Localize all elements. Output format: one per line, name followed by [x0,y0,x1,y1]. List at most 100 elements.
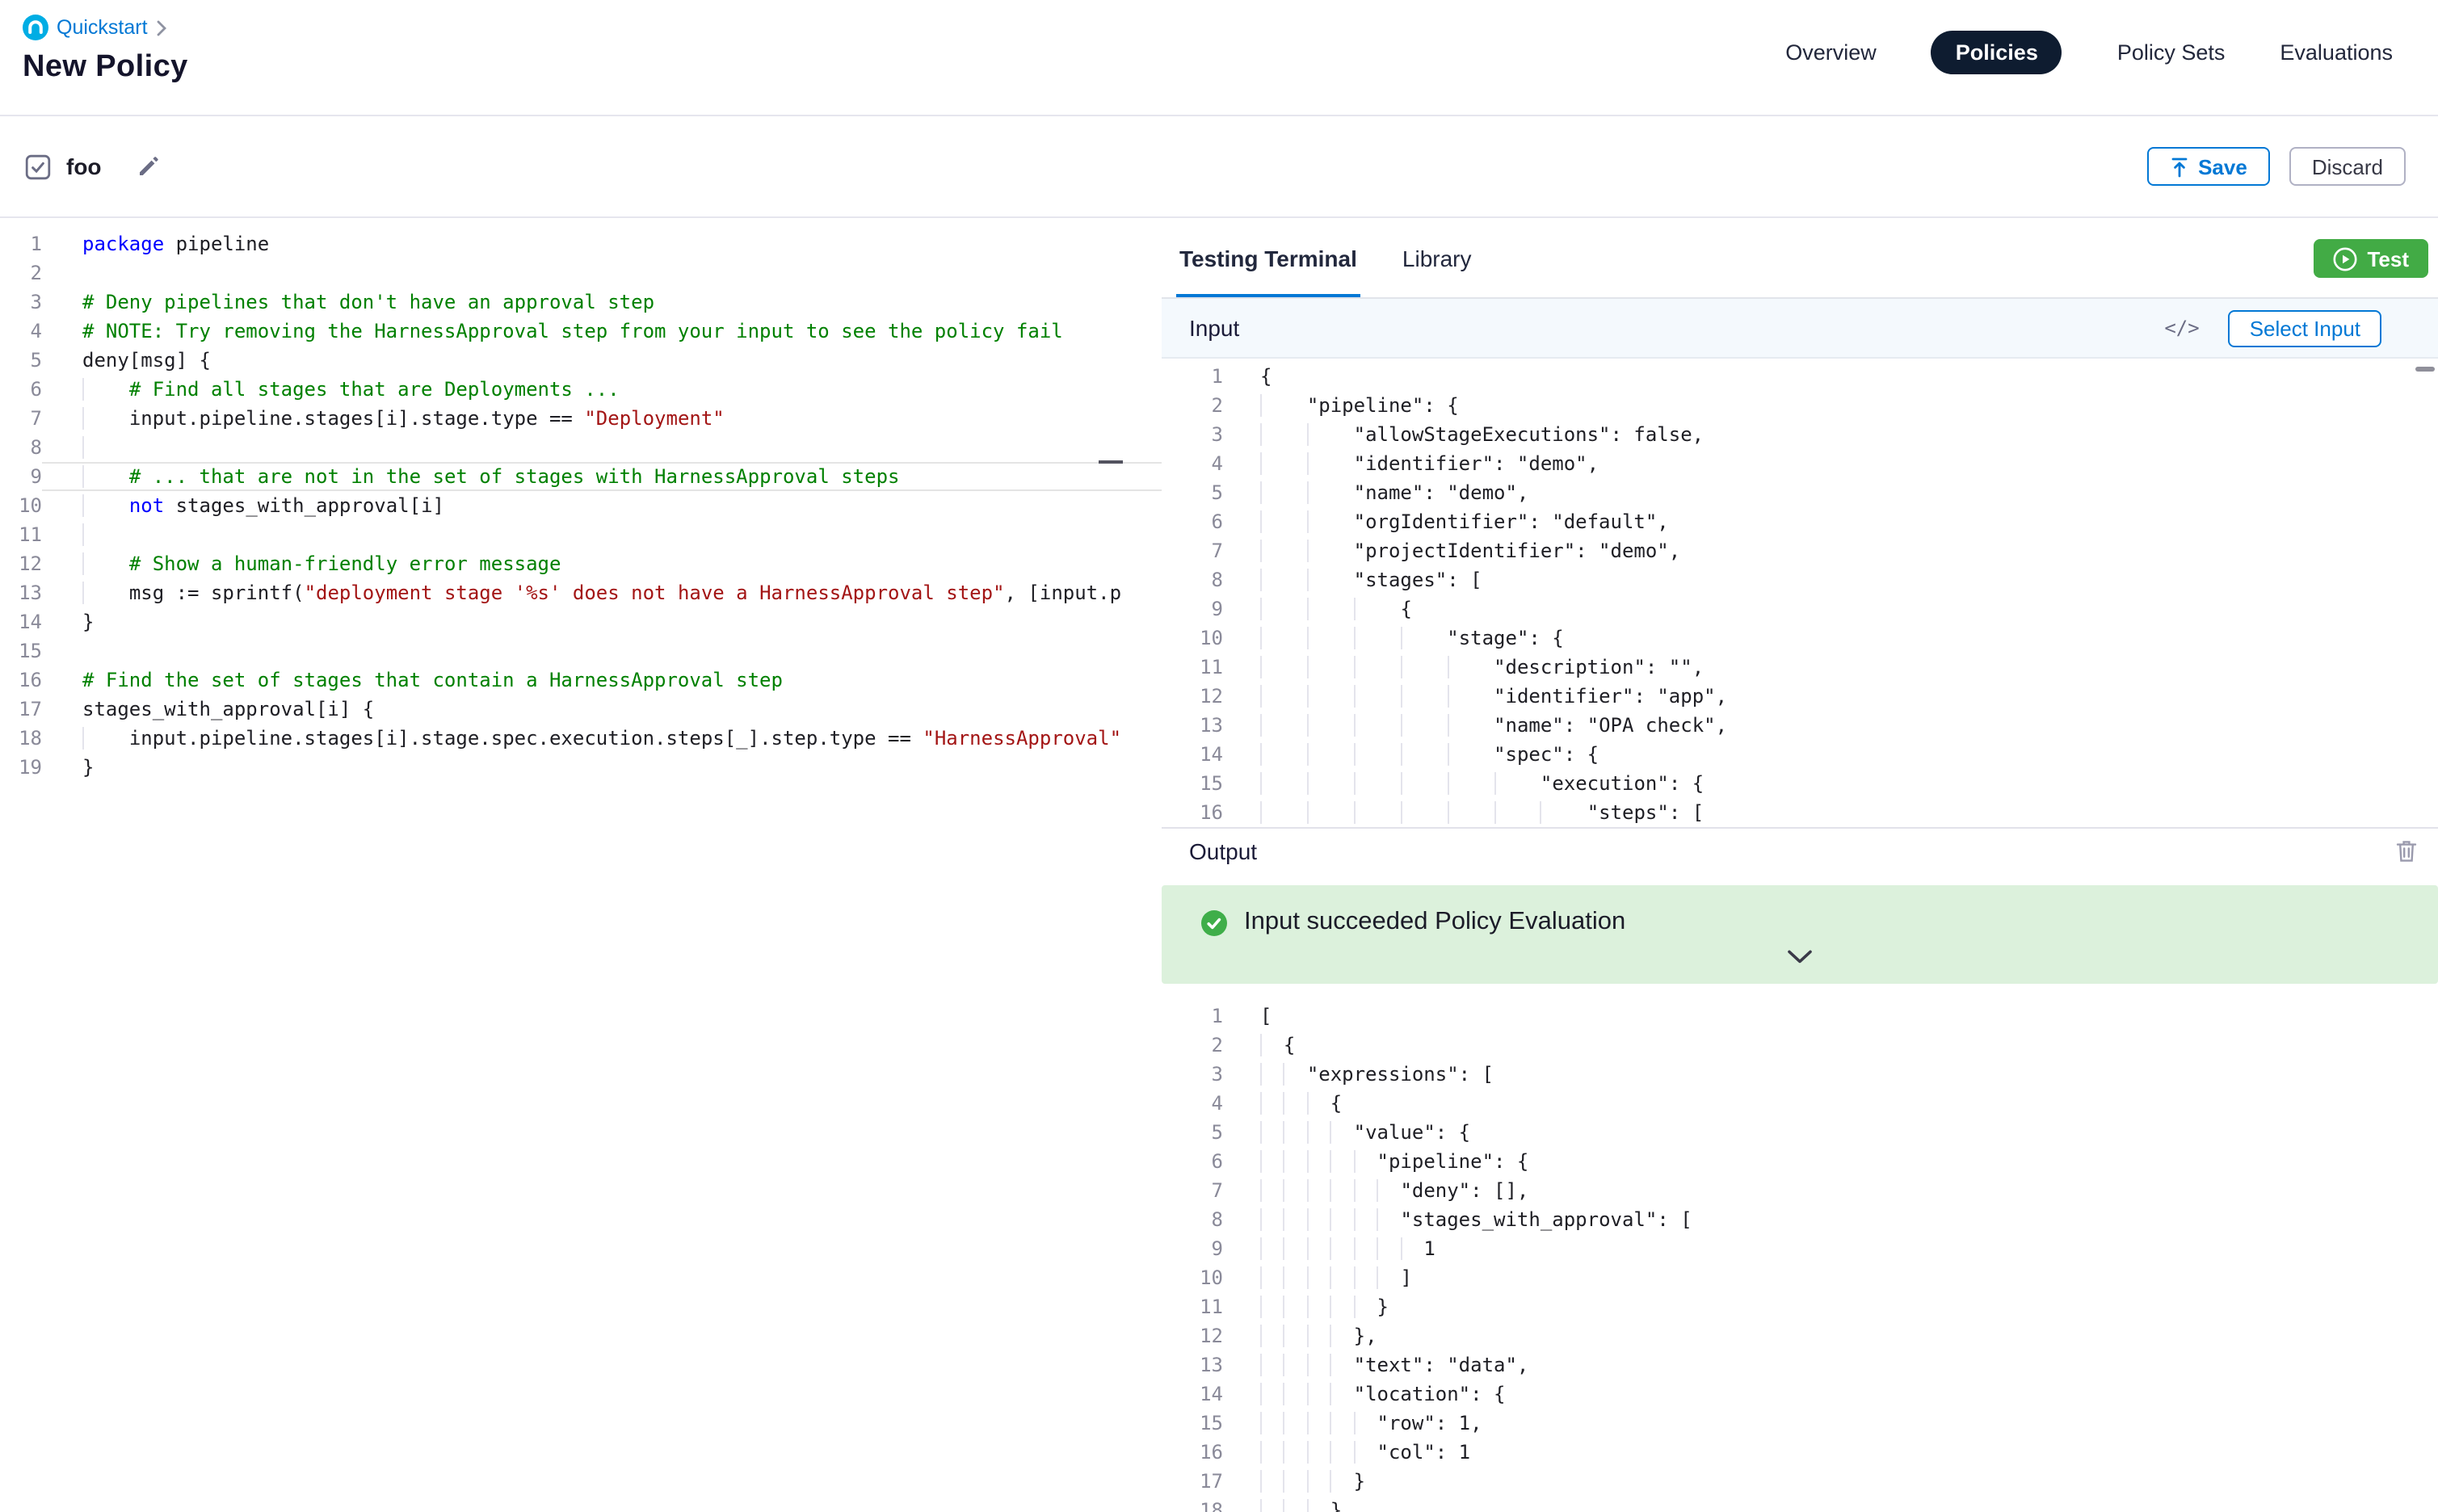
trash-icon[interactable] [2394,838,2419,864]
code-line[interactable]: 5 "name": "demo", [1162,478,2438,507]
code-line[interactable]: 16 "col": 1 [1162,1438,2438,1467]
line-number: 10 [1162,624,1223,653]
code-token: "HarnessApproval" [923,727,1121,750]
line-content: # Deny pipelines that don't have an appr… [42,288,1162,317]
code-token: # Find all stages that are Deployments .… [129,378,620,401]
code-line[interactable]: 7 "projectIdentifier": "demo", [1162,536,2438,565]
line-content: } [1223,1496,2438,1512]
policy-code-editor[interactable]: 1package pipeline23# Deny pipelines that… [0,220,1162,1512]
indent-guide [1307,1499,1330,1512]
code-line[interactable]: 11 [0,520,1162,549]
indent-guide [1260,1179,1284,1202]
discard-button[interactable]: Discard [2289,147,2406,186]
code-line[interactable]: 12 "identifier": "app", [1162,682,2438,711]
indent-guide [1307,1266,1330,1289]
code-line[interactable]: 18 } [1162,1496,2438,1512]
code-line[interactable]: 2 [0,258,1162,288]
code-text: "identifier": "demo", [1354,452,1599,475]
tab-library[interactable]: Library [1399,220,1475,297]
input-json-editor[interactable]: 1{2 "pipeline": {3 "allowStageExecutions… [1162,362,2438,827]
code-line[interactable]: 5 "value": { [1162,1118,2438,1147]
indent-guide [1307,1470,1330,1493]
code-line[interactable]: 15 "execution": { [1162,769,2438,798]
code-line[interactable]: 9 1 [1162,1234,2438,1263]
code-line[interactable]: 18 input.pipeline.stages[i].stage.spec.e… [0,724,1162,753]
code-line[interactable]: 19} [0,753,1162,782]
code-line[interactable]: 1[ [1162,1002,2438,1031]
code-line[interactable]: 9 # ... that are not in the set of stage… [0,462,1162,491]
code-line[interactable]: 2 "pipeline": { [1162,391,2438,420]
indent-guide [1260,1441,1284,1464]
code-line[interactable]: 9 { [1162,594,2438,624]
code-line[interactable]: 13 "name": "OPA check", [1162,711,2438,740]
breadcrumb-project-link[interactable]: Quickstart [57,16,148,39]
code-line[interactable]: 1package pipeline [0,229,1162,258]
code-line[interactable]: 8 "stages_with_approval": [ [1162,1205,2438,1234]
code-line[interactable]: 12 # Show a human-friendly error message [0,549,1162,578]
code-line[interactable]: 3 "expressions": [ [1162,1060,2438,1089]
code-line[interactable]: 4 "identifier": "demo", [1162,449,2438,478]
line-content: not stages_with_approval[i] [42,491,1162,520]
code-line[interactable]: 1{ [1162,362,2438,391]
code-line[interactable]: 11 } [1162,1292,2438,1321]
code-line[interactable]: 6 "orgIdentifier": "default", [1162,507,2438,536]
code-line[interactable]: 14 "spec": { [1162,740,2438,769]
testing-terminal-panel: Testing Terminal Library Test Input </> … [1162,220,2438,1512]
chevron-down-icon[interactable] [1162,943,2438,972]
code-line[interactable]: 10 not stages_with_approval[i] [0,491,1162,520]
code-line[interactable]: 3# Deny pipelines that don't have an app… [0,288,1162,317]
indent-guide [1541,801,1587,824]
code-line[interactable]: 13 msg := sprintf("deployment stage '%s'… [0,578,1162,607]
code-line[interactable]: 7 "deny": [], [1162,1176,2438,1205]
code-line[interactable]: 15 [0,636,1162,666]
indent-guide [1260,743,1307,766]
save-button[interactable]: Save [2146,147,2270,186]
code-line[interactable]: 10 ] [1162,1263,2438,1292]
code-line[interactable]: 12 }, [1162,1321,2438,1350]
line-number: 8 [0,433,42,462]
scrollbar-thumb[interactable] [2415,367,2435,372]
indent-guide [1260,1354,1284,1376]
code-icon[interactable]: </> [2164,317,2199,339]
code-line[interactable]: 4# NOTE: Try removing the HarnessApprova… [0,317,1162,346]
code-line[interactable]: 16# Find the set of stages that contain … [0,666,1162,695]
code-line[interactable]: 10 "stage": { [1162,624,2438,653]
code-line[interactable]: 11 "description": "", [1162,653,2438,682]
code-line[interactable]: 16 "steps": [ [1162,798,2438,827]
code-line[interactable]: 17 } [1162,1467,2438,1496]
indent-guide [1494,772,1541,795]
code-line[interactable]: 6 # Find all stages that are Deployments… [0,375,1162,404]
indent-guide [1447,714,1494,737]
nav-policies[interactable]: Policies [1931,31,2062,74]
code-line[interactable]: 3 "allowStageExecutions": false, [1162,420,2438,449]
code-line[interactable]: 14 "location": { [1162,1380,2438,1409]
code-line[interactable]: 8 [0,433,1162,462]
code-text: "location": { [1354,1383,1506,1405]
code-line[interactable]: 2 { [1162,1031,2438,1060]
nav-evaluations[interactable]: Evaluations [2280,40,2393,65]
code-line[interactable]: 17stages_with_approval[i] { [0,695,1162,724]
edit-pencil-icon[interactable] [137,155,160,178]
indent-guide [82,552,129,575]
code-token: pipeline [164,233,269,255]
code-line[interactable]: 15 "row": 1, [1162,1409,2438,1438]
output-json-editor[interactable]: 1[2 {3 "expressions": [4 {5 "value": {6 … [1162,1002,2438,1512]
code-line[interactable]: 5deny[msg] { [0,346,1162,375]
line-content: { [1223,1089,2438,1118]
code-line[interactable]: 14} [0,607,1162,636]
tab-testing-terminal[interactable]: Testing Terminal [1176,220,1360,297]
test-button[interactable]: Test [2314,239,2428,278]
nav-overview[interactable]: Overview [1785,40,1877,65]
code-line[interactable]: 4 { [1162,1089,2438,1118]
indent-guide [1354,685,1401,708]
indent-guide [82,494,129,517]
nav-policy-sets[interactable]: Policy Sets [2117,40,2226,65]
line-number: 1 [0,229,42,258]
code-line[interactable]: 13 "text": "data", [1162,1350,2438,1380]
line-number: 3 [1162,420,1223,449]
code-line[interactable]: 7 input.pipeline.stages[i].stage.type ==… [0,404,1162,433]
line-number: 2 [1162,391,1223,420]
code-line[interactable]: 6 "pipeline": { [1162,1147,2438,1176]
code-line[interactable]: 8 "stages": [ [1162,565,2438,594]
select-input-button[interactable]: Select Input [2229,309,2381,346]
